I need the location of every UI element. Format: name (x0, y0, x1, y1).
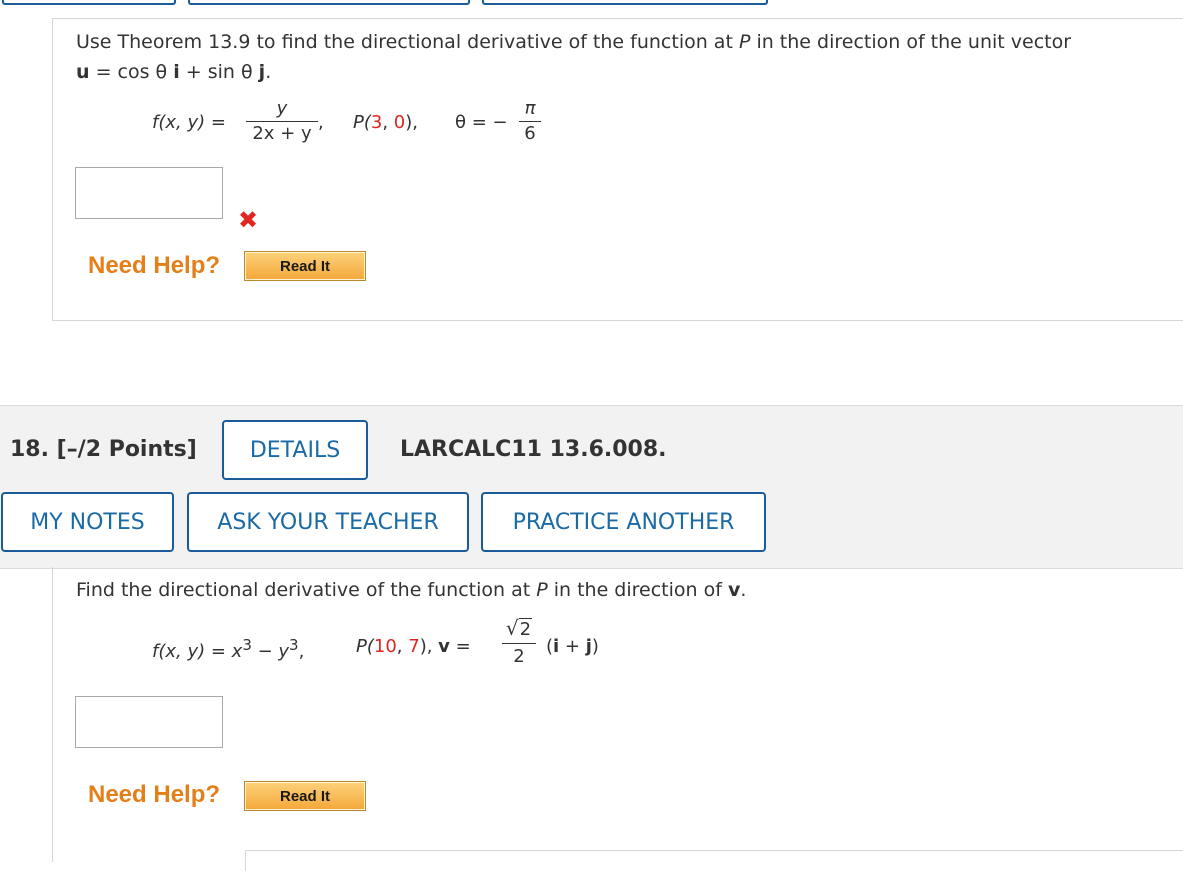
q18-func-base: f(x, y) = x (152, 641, 243, 662)
q18-sqrt-radicand: 2 (518, 618, 533, 640)
x-mark-icon: ✖ (238, 206, 259, 234)
q18-ij-close: ) (591, 636, 599, 657)
q18-comma: , (298, 641, 305, 662)
q18-read-it-button[interactable]: Read It (244, 781, 366, 811)
q17-point-pre: P( (353, 112, 371, 133)
q18-number-points: 18. [–/2 Points] (10, 437, 197, 462)
q18-point-x: 10 (373, 636, 397, 657)
details-button[interactable]: DETAILS (222, 420, 368, 480)
q18-prompt-end: . (740, 579, 747, 601)
q17-point-symbol: P (738, 31, 751, 53)
q18-func-minus-y: − y (251, 641, 290, 662)
q18-frac-line (502, 643, 536, 644)
q17-theta-line (519, 121, 541, 122)
question-18-panel-border (52, 567, 53, 862)
q18-prompt-pre: Find the directional derivative of the f… (76, 579, 537, 601)
sqrt-icon: √ (505, 616, 519, 640)
q18-exp-x: 3 (242, 636, 252, 654)
practice-another-button[interactable]: PRACTICE ANOTHER (481, 492, 766, 552)
q18-answer-input[interactable] (75, 696, 223, 748)
q17-frac-numerator: y (276, 98, 288, 119)
q17-point-post: ), (405, 112, 418, 133)
prev-practice-another-button-stub[interactable] (482, 0, 768, 5)
q18-point-symbol: P (536, 579, 548, 601)
q18-instruction: Find the directional derivative of the f… (76, 579, 746, 601)
q18-ij-open: ( (546, 636, 554, 657)
q17-function-label: f(x, y) = (152, 112, 226, 133)
q18-point-y: 7 (408, 636, 420, 657)
prev-my-notes-button-stub[interactable] (2, 0, 176, 5)
unit-vector-cos: = cos θ (89, 61, 168, 83)
q17-point-y: 0 (393, 112, 406, 133)
prev-ask-teacher-button-stub[interactable] (188, 0, 470, 5)
q18-sqrt-numerator: √2 (502, 617, 536, 641)
q17-comma: , (318, 112, 324, 133)
q18-sqrt-fraction: √2 2 (502, 617, 536, 668)
ask-your-teacher-button[interactable]: ASK YOUR TEACHER (187, 492, 469, 552)
unit-vector-sin: + sin θ (179, 61, 253, 83)
q18-exp-y: 3 (289, 636, 299, 654)
unit-vector-u: u (76, 61, 90, 83)
q17-fraction: y 2x + y (246, 99, 318, 144)
q17-need-help-label: Need Help? (88, 252, 221, 279)
q18-ij-plus: + (559, 636, 586, 657)
q17-unit-vector: u = cos θ i + sin θ j. (76, 61, 271, 83)
q17-point-x: 3 (370, 112, 383, 133)
q18-point-post: ), (419, 636, 439, 657)
q18-v-label: v (438, 636, 450, 657)
q17-theta-label: θ = − (455, 112, 508, 133)
q18-point: P(10, 7), v = (356, 636, 471, 657)
q18-frac-denominator: 2 (513, 646, 525, 667)
q18-ij: (i + j) (546, 636, 599, 657)
q18-point-pre: P( (356, 636, 374, 657)
q17-theta-numerator: π (524, 98, 536, 119)
q17-instruction-pre: Use Theorem 13.9 to find the directional… (76, 31, 739, 53)
q18-need-help-label: Need Help? (88, 781, 221, 808)
q18-prompt-mid: in the direction of (547, 579, 728, 601)
next-section-border (245, 850, 1183, 871)
q17-instruction: Use Theorem 13.9 to find the directional… (76, 31, 1071, 53)
q17-point-sep: , (382, 112, 394, 133)
my-notes-button[interactable]: MY NOTES (1, 492, 174, 552)
panel-top-divider (52, 18, 1183, 19)
q17-frac-line (246, 121, 318, 122)
q17-read-it-button[interactable]: Read It (244, 251, 366, 281)
q18-point-sep: , (396, 636, 409, 657)
q18-problem-code: LARCALC11 13.6.008. (400, 437, 667, 462)
q18-vector-symbol: v (727, 579, 741, 601)
q17-theta-fraction: π 6 (519, 99, 541, 144)
q18-v-eq: = (449, 636, 471, 657)
q18-function: f(x, y) = x3 − y3, (152, 636, 304, 662)
q17-frac-denominator: 2x + y (252, 123, 312, 144)
unit-vector-period: . (265, 61, 272, 83)
q17-answer-input[interactable] (75, 167, 223, 219)
q17-point: P(3, 0), (353, 112, 418, 133)
q17-theta-denominator: 6 (524, 123, 536, 144)
q17-instruction-post: in the direction of the unit vector (750, 31, 1072, 53)
q17-fxy: f(x, y) = (152, 112, 226, 133)
